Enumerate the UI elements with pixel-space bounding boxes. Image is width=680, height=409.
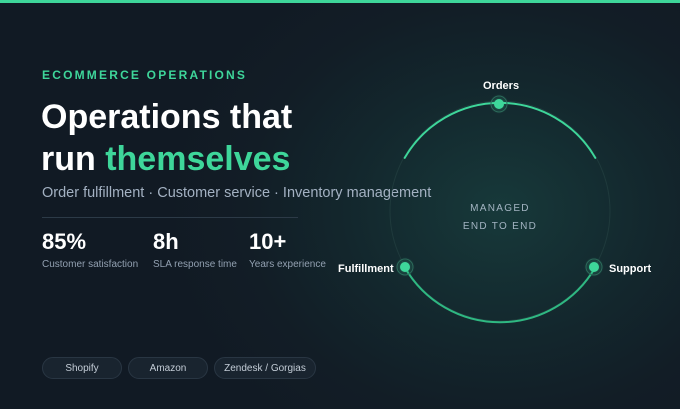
node-support [584, 257, 604, 277]
node-label-orders: Orders [483, 80, 520, 92]
node-orders [489, 94, 509, 114]
center-line-1: MANAGED [470, 203, 530, 214]
diagram-center-label: MANAGED END TO END [440, 201, 560, 235]
operations-cycle-diagram [389, 94, 611, 324]
node-label-fulfillment: Fulfillment [338, 263, 394, 275]
node-fulfillment [395, 257, 415, 277]
center-line-2: END TO END [462, 221, 538, 232]
cycle-arc-bottom [403, 266, 597, 324]
node-label-support: Support [609, 263, 652, 275]
